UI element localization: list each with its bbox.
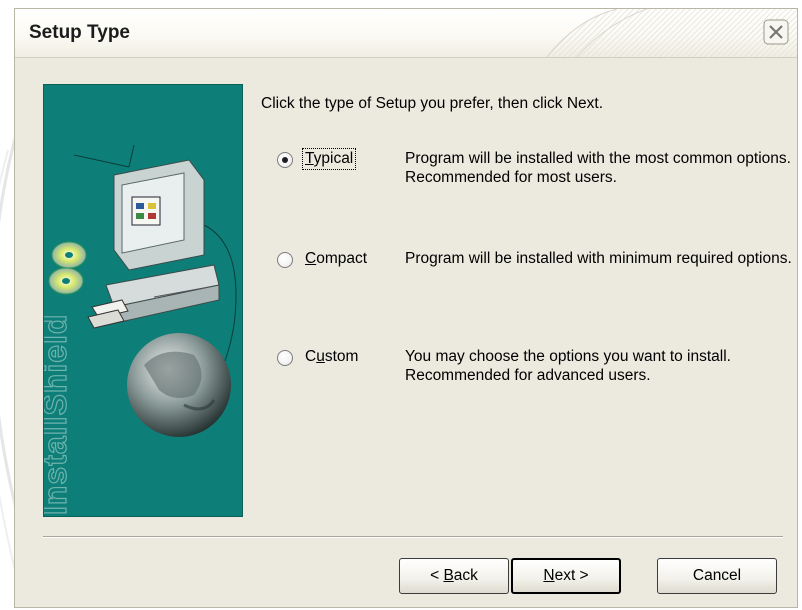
globe-icon — [127, 333, 231, 437]
setup-type-dialog: Setup Type InstallShield Click the type … — [14, 8, 798, 608]
radio-compact[interactable] — [277, 252, 293, 268]
radio-selected-dot — [282, 157, 288, 163]
cancel-button[interactable]: Cancel — [657, 558, 777, 594]
option-typical-label[interactable]: Typical — [301, 148, 357, 170]
radio-custom[interactable] — [277, 350, 293, 366]
instruction-text: Click the type of Setup you prefer, then… — [261, 95, 604, 112]
close-icon — [763, 19, 789, 45]
title-bar: Setup Type — [15, 9, 797, 58]
cd-disc-icon — [48, 241, 87, 295]
button-divider — [43, 536, 783, 538]
option-compact[interactable]: Compact Program will be installed with m… — [277, 249, 797, 309]
installshield-vertical-text: InstallShield — [44, 314, 73, 515]
option-typical[interactable]: Typical Program will be installed with t… — [277, 148, 797, 209]
back-button[interactable]: < Back — [399, 558, 509, 594]
radio-typical[interactable] — [277, 152, 293, 168]
option-custom[interactable]: Custom You may choose the options you wa… — [277, 347, 797, 407]
installshield-banner: InstallShield — [43, 84, 243, 517]
computer-icon — [105, 159, 220, 324]
option-custom-label[interactable]: Custom — [303, 347, 360, 367]
option-compact-description: Program will be installed with minimum r… — [405, 250, 792, 267]
title-bar-decoration — [546, 9, 797, 57]
option-typical-description: Program will be installed with the most … — [405, 150, 791, 186]
close-button[interactable] — [763, 19, 789, 45]
option-custom-description: You may choose the options you want to i… — [405, 348, 731, 384]
next-button[interactable]: Next > — [511, 558, 621, 594]
option-compact-label[interactable]: Compact — [303, 249, 369, 269]
dialog-title: Setup Type — [29, 22, 130, 43]
